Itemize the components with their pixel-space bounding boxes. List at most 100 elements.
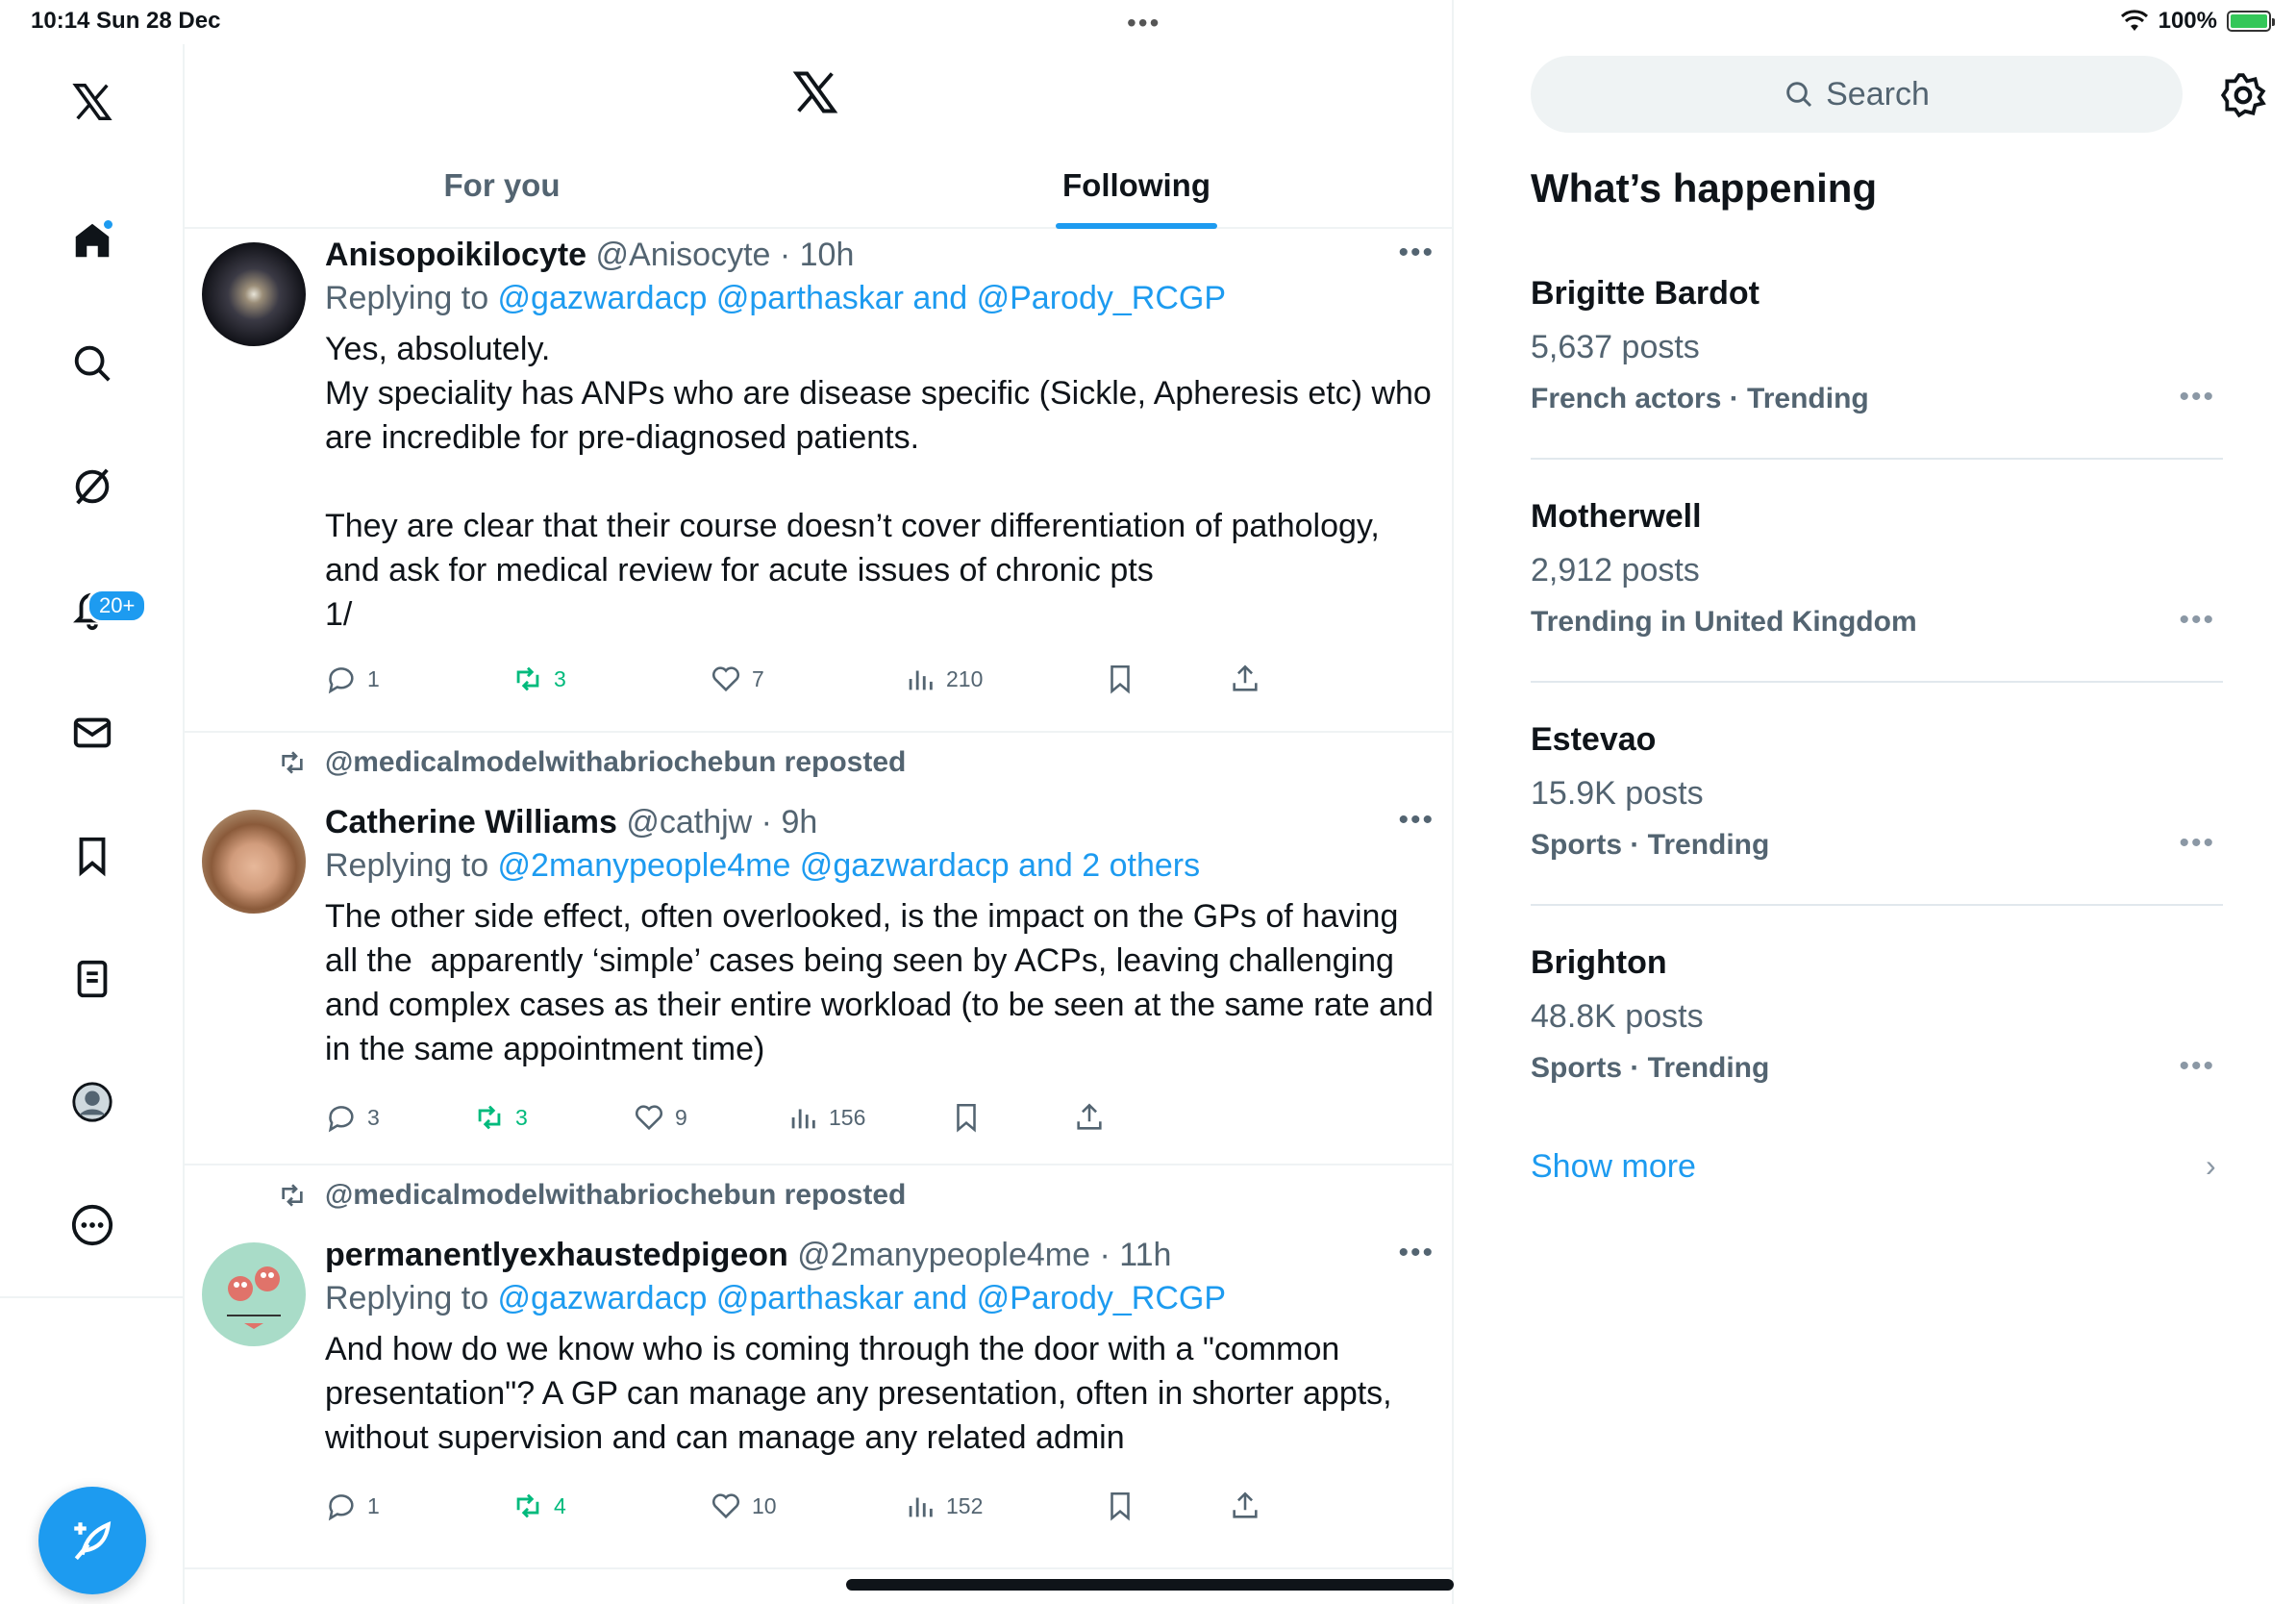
search-input[interactable]: Search [1531,56,2183,133]
reply-icon [328,1106,354,1133]
replying-to: Replying to @2manypeople4me @gazwardacp … [325,847,1201,884]
battery-percent: 100% [2158,8,2217,34]
search-placeholder: Search [1826,75,1930,113]
messages-mail-icon[interactable] [54,694,131,771]
repost-label[interactable]: @medicalmodelwithabriochebun reposted [325,1179,906,1212]
settings-gear-icon[interactable] [2219,71,2267,119]
trend-category: Sports · Trending [1531,829,1770,861]
home-unread-dot [102,218,114,231]
reply-button[interactable]: 3 [325,1101,380,1134]
views-button[interactable]: 210 [904,663,983,695]
like-button[interactable]: 10 [710,1490,777,1522]
author-handle-time: @cathjw · 9h [616,804,818,840]
right-sidebar: Search What’s happening Brigitte Bardot … [1454,44,2296,1604]
share-button[interactable] [1229,1490,1261,1522]
rail-divider [0,1296,185,1298]
views-chart-icon [791,1109,815,1129]
views-chart-icon [909,670,933,690]
views-button[interactable]: 156 [786,1101,865,1134]
author-name[interactable]: Anisopoikilocyte [325,237,586,273]
search-icon[interactable] [54,325,131,402]
x-logo-icon[interactable] [54,63,131,140]
bookmark-button[interactable] [1104,663,1136,695]
share-icon [1077,1103,1102,1130]
bookmark-button[interactable] [1104,1490,1136,1522]
repost-button[interactable]: 3 [473,1101,528,1134]
share-button[interactable] [1229,663,1261,695]
trend-category: Sports · Trending [1531,1052,1770,1084]
reply-icon [328,667,354,694]
trend-item[interactable]: Brighton 48.8K posts Sports · Trending •… [1531,906,2223,1129]
tweet-text: And how do we know who is coming through… [325,1331,1392,1456]
avatar[interactable] [202,1242,306,1346]
bookmark-icon [957,1103,976,1133]
reply-button[interactable]: 1 [325,663,380,695]
trend-more-button[interactable]: ••• [2179,604,2215,637]
avatar[interactable] [202,242,306,346]
compose-post-button[interactable] [38,1487,146,1594]
trend-more-button[interactable]: ••• [2179,1050,2215,1083]
tweet-more-button[interactable]: ••• [1398,1237,1435,1269]
views-button[interactable]: 152 [904,1490,983,1522]
repost-indicator: @medicalmodelwithabriochebun reposted [277,746,906,779]
trend-more-button[interactable]: ••• [2179,827,2215,860]
show-more-link[interactable]: Show more [1531,1148,1696,1186]
chevron-right-icon: › [2206,1148,2216,1183]
avatar[interactable] [202,810,306,914]
battery-icon [2227,11,2275,32]
trend-count: 2,912 posts [1531,552,1700,589]
trend-category: Trending in United Kingdom [1531,606,1917,638]
reply-targets[interactable]: @2manypeople4me @gazwardacp and 2 others [498,847,1201,884]
trend-item[interactable]: Brigitte Bardot 5,637 posts French actor… [1531,237,2223,460]
tweet-card[interactable]: @medicalmodelwithabriochebun reposted pe… [185,1165,1454,1569]
tab-following[interactable]: Following [819,144,1454,227]
tweet-card[interactable]: @medicalmodelwithabriochebun reposted Ca… [185,733,1454,1165]
author-name[interactable]: permanentlyexhaustedpigeon [325,1237,788,1273]
bookmark-icon [1111,1491,1130,1521]
tweet-actions: 3 3 9 156 [325,1098,1286,1137]
tweet-card[interactable]: Anisopoikilocyte @Anisocyte · 10h ••• Re… [185,229,1454,733]
tweet-actions: 1 3 7 210 [325,660,1286,698]
trend-count: 48.8K posts [1531,998,1704,1035]
bookmark-button[interactable] [950,1101,983,1134]
trend-item[interactable]: Estevao 15.9K posts Sports · Trending ••… [1531,683,2223,906]
like-button[interactable]: 7 [710,663,764,695]
repost-button[interactable]: 3 [512,663,566,695]
reply-targets[interactable]: @gazwardacp @parthaskar and @Parody_RCGP [498,280,1226,316]
x-logo-icon[interactable] [790,67,840,117]
heart-icon [711,1493,740,1519]
whats-happening-title: What’s happening [1531,165,1878,211]
tweet-body: permanentlyexhaustedpigeon @2manypeople4… [325,1237,1435,1460]
tweet-more-button[interactable]: ••• [1398,804,1435,837]
tweet-text: Yes, absolutely. My speciality has ANPs … [325,331,1432,633]
trend-more-button[interactable]: ••• [2179,381,2215,414]
tweet-text: The other side effect, often overlooked,… [325,898,1434,1067]
trend-name: Brighton [1531,944,1667,981]
like-button[interactable]: 9 [633,1101,687,1134]
home-indicator[interactable] [846,1579,1454,1591]
trend-name: Motherwell [1531,498,1702,535]
profile-avatar-icon[interactable] [54,1064,131,1140]
repost-button[interactable]: 4 [512,1490,566,1522]
trend-item[interactable]: Motherwell 2,912 posts Trending in Unite… [1531,460,2223,683]
repost-label[interactable]: @medicalmodelwithabriochebun reposted [325,746,906,779]
tweet-header: permanentlyexhaustedpigeon @2manypeople4… [325,1237,1435,1274]
tab-for-you[interactable]: For you [185,144,819,227]
lists-icon[interactable] [54,940,131,1017]
search-icon [1786,82,1812,108]
bookmark-icon [1111,664,1130,694]
share-icon [1233,1491,1258,1518]
reply-targets[interactable]: @gazwardacp @parthaskar and @Parody_RCGP [498,1280,1226,1316]
home-icon[interactable] [54,202,131,279]
author-name[interactable]: Catherine Williams [325,804,617,840]
trend-count: 15.9K posts [1531,775,1704,812]
bookmarks-icon[interactable] [54,817,131,894]
reply-button[interactable]: 1 [325,1490,380,1522]
grok-icon[interactable] [54,448,131,525]
tweet-body: Anisopoikilocyte @Anisocyte · 10h ••• Re… [325,237,1435,637]
reply-icon [328,1494,354,1521]
share-button[interactable] [1073,1101,1106,1134]
tweet-more-button[interactable]: ••• [1398,237,1435,269]
more-options-icon[interactable] [54,1187,131,1264]
repost-indicator: @medicalmodelwithabriochebun reposted [277,1179,906,1212]
